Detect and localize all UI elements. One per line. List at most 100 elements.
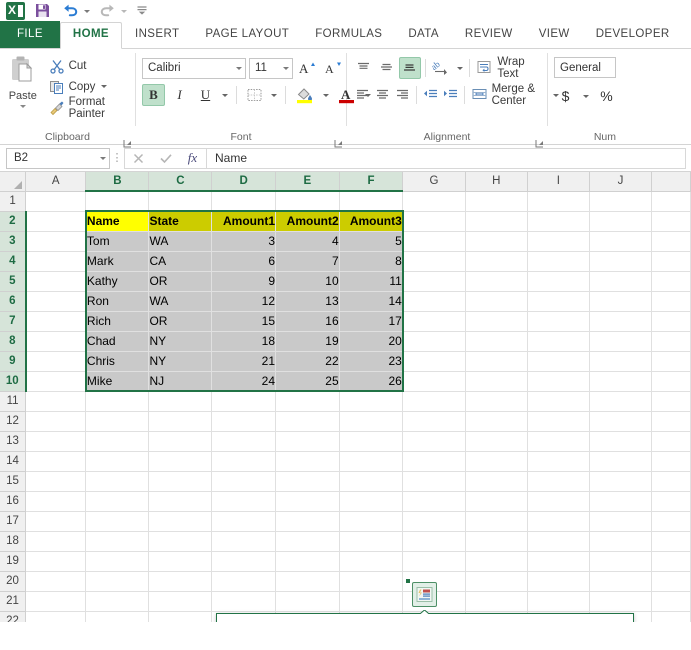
cell-I19[interactable] <box>527 551 589 571</box>
cell-A11[interactable] <box>26 391 86 411</box>
cell-E4[interactable]: 7 <box>276 251 340 271</box>
cell-G1[interactable] <box>403 191 465 211</box>
cell-partial[interactable] <box>652 391 691 411</box>
cell-G13[interactable] <box>403 431 465 451</box>
cell-I8[interactable] <box>527 331 589 351</box>
cell-B10[interactable]: Mike <box>86 371 149 391</box>
paste-dropdown-icon[interactable] <box>20 105 26 108</box>
ribbon-tab-file[interactable]: FILE <box>0 21 60 48</box>
cell-partial[interactable] <box>652 271 691 291</box>
cell-D14[interactable] <box>212 451 276 471</box>
column-header-g[interactable]: G <box>403 172 465 191</box>
cell-F20[interactable] <box>339 571 403 591</box>
cell-B15[interactable] <box>86 471 149 491</box>
row-header-16[interactable]: 16 <box>0 491 26 511</box>
cell-partial[interactable] <box>652 431 691 451</box>
cell-E1[interactable] <box>276 191 340 211</box>
cell-F18[interactable] <box>339 531 403 551</box>
ribbon-tab-home[interactable]: HOME <box>60 22 122 49</box>
ribbon-tab-page-layout[interactable]: PAGE LAYOUT <box>192 22 302 48</box>
row-header-21[interactable]: 21 <box>0 591 26 611</box>
cell-D18[interactable] <box>212 531 276 551</box>
cell-I3[interactable] <box>527 231 589 251</box>
cell-C2[interactable]: State <box>149 211 212 231</box>
cell-E19[interactable] <box>276 551 340 571</box>
cell-B14[interactable] <box>86 451 149 471</box>
cell-D12[interactable] <box>212 411 276 431</box>
cell-G3[interactable] <box>403 231 465 251</box>
cell-I15[interactable] <box>527 471 589 491</box>
cell-B11[interactable] <box>86 391 149 411</box>
cell-I7[interactable] <box>527 311 589 331</box>
cell-F13[interactable] <box>339 431 403 451</box>
customize-qat-icon[interactable] <box>136 2 148 20</box>
cell-H20[interactable] <box>465 571 527 591</box>
cut-button[interactable]: Cut <box>46 56 135 75</box>
cell-F14[interactable] <box>339 451 403 471</box>
cell-A17[interactable] <box>26 511 86 531</box>
row-header-6[interactable]: 6 <box>0 291 26 311</box>
cell-E7[interactable]: 16 <box>276 311 340 331</box>
percent-format-button[interactable]: % <box>595 85 618 107</box>
column-header-i[interactable]: I <box>527 172 589 191</box>
cell-F1[interactable] <box>339 191 403 211</box>
cell-I17[interactable] <box>527 511 589 531</box>
cell-E9[interactable]: 22 <box>276 351 340 371</box>
cell-B17[interactable] <box>86 511 149 531</box>
cell-E16[interactable] <box>276 491 340 511</box>
cell-J3[interactable] <box>589 231 651 251</box>
cell-B2[interactable]: Name <box>86 211 149 231</box>
cell-J15[interactable] <box>589 471 651 491</box>
cell-J21[interactable] <box>589 591 651 611</box>
cell-B16[interactable] <box>86 491 149 511</box>
cell-J7[interactable] <box>589 311 651 331</box>
cell-C17[interactable] <box>149 511 212 531</box>
cell-H3[interactable] <box>465 231 527 251</box>
cell-B8[interactable]: Chad <box>86 331 149 351</box>
cell-J4[interactable] <box>589 251 651 271</box>
cell-H16[interactable] <box>465 491 527 511</box>
cell-partial[interactable] <box>652 411 691 431</box>
cell-C4[interactable]: CA <box>149 251 212 271</box>
underline-button[interactable]: U <box>194 84 217 106</box>
row-header-9[interactable]: 9 <box>0 351 26 371</box>
cell-I4[interactable] <box>527 251 589 271</box>
cell-E20[interactable] <box>276 571 340 591</box>
cell-B19[interactable] <box>86 551 149 571</box>
name-box[interactable]: B2 <box>6 148 110 169</box>
formula-input[interactable]: Name <box>206 148 686 169</box>
cell-I13[interactable] <box>527 431 589 451</box>
cell-C6[interactable]: WA <box>149 291 212 311</box>
cell-H5[interactable] <box>465 271 527 291</box>
row-header-20[interactable]: 20 <box>0 571 26 591</box>
cell-D16[interactable] <box>212 491 276 511</box>
cell-E13[interactable] <box>276 431 340 451</box>
cell-partial[interactable] <box>652 251 691 271</box>
cell-C19[interactable] <box>149 551 212 571</box>
cell-G19[interactable] <box>403 551 465 571</box>
cell-H1[interactable] <box>465 191 527 211</box>
cell-B3[interactable]: Tom <box>86 231 149 251</box>
cell-H19[interactable] <box>465 551 527 571</box>
wrap-text-button[interactable]: Wrap Text <box>474 58 547 79</box>
row-header-19[interactable]: 19 <box>0 551 26 571</box>
cell-partial[interactable] <box>652 551 691 571</box>
cell-D6[interactable]: 12 <box>212 291 276 311</box>
fill-color-button[interactable] <box>292 84 318 106</box>
paste-button[interactable]: Paste <box>0 53 46 108</box>
cell-C22[interactable] <box>149 611 212 622</box>
cell-D19[interactable] <box>212 551 276 571</box>
ribbon-tab-overflow[interactable]: L <box>683 22 691 48</box>
cell-C16[interactable] <box>149 491 212 511</box>
quick-analysis-button[interactable] <box>412 582 437 607</box>
cell-H2[interactable] <box>465 211 527 231</box>
cell-partial[interactable] <box>652 211 691 231</box>
redo-dropdown-icon[interactable] <box>121 10 127 13</box>
cell-J17[interactable] <box>589 511 651 531</box>
cell-A3[interactable] <box>26 231 86 251</box>
row-header-4[interactable]: 4 <box>0 251 26 271</box>
cell-A7[interactable] <box>26 311 86 331</box>
cell-partial[interactable] <box>652 471 691 491</box>
bold-button[interactable]: B <box>142 84 165 106</box>
cell-C20[interactable] <box>149 571 212 591</box>
